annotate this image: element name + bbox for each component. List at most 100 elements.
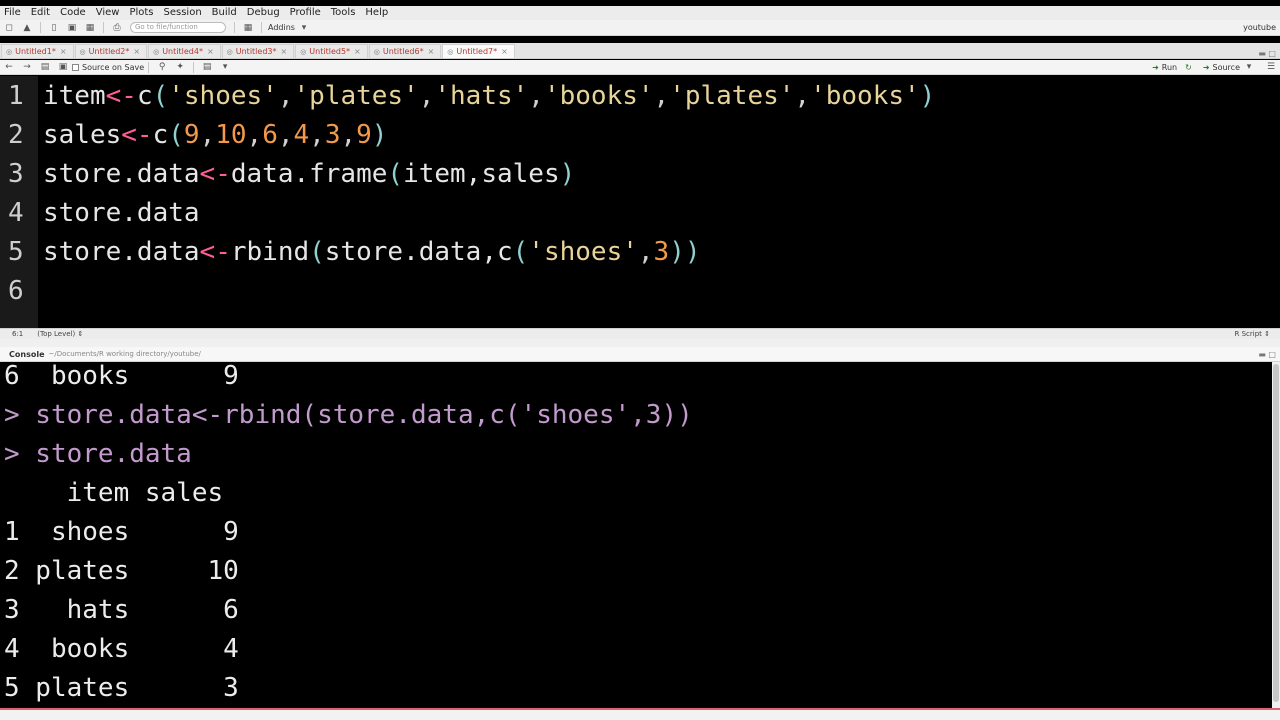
print-icon[interactable]: ⎙ — [111, 22, 123, 34]
editor-tab-strip: ◎ Untitled1* × ◎ Untitled2* × ◎ Untitled4* × ◎ Unt… — [0, 43, 1280, 59]
console-output-line: 4 books 4 — [4, 634, 239, 664]
forward-arrow-icon[interactable]: → — [21, 61, 33, 73]
tab-untitled5[interactable]: ◎ Untitled5* × — [295, 44, 368, 58]
console-header: Console ~/Documents/R working directory/… — [0, 347, 1280, 362]
compile-report-icon[interactable]: ▤ — [201, 61, 213, 73]
toolbar-separator — [40, 22, 41, 33]
addins-menu[interactable]: Addins — [268, 23, 295, 32]
save-icon[interactable]: ▣ — [66, 22, 78, 34]
toolbar-separator — [193, 61, 195, 73]
code-token: ) — [919, 81, 936, 111]
code-line: 2 sales<-c(9,10,6,4,3,9) — [0, 116, 1280, 155]
save-icon[interactable]: ▣ — [57, 61, 69, 73]
console-title[interactable]: Console — [9, 350, 45, 359]
menu-file[interactable]: File — [0, 6, 26, 20]
code-token: 'hats' — [434, 81, 529, 111]
tab-untitled4[interactable]: ◎ Untitled4* × — [148, 44, 221, 58]
close-icon[interactable]: × — [207, 47, 214, 56]
close-icon[interactable]: × — [133, 47, 140, 56]
main-toolbar: ◻ ▲ ▯ ▣ ▦ ⎙ Go to file/function ▦ Addins… — [0, 20, 1280, 36]
code-token: )) — [669, 237, 701, 267]
code-token: , — [418, 81, 435, 111]
tab-label: Untitled1* — [15, 47, 56, 56]
working-directory-path: ~/Documents/R working directory/youtube/ — [48, 350, 201, 358]
console-output-line: 3 hats 6 — [4, 595, 239, 625]
code-token: <- — [121, 120, 153, 150]
save-all-icon[interactable]: ▦ — [84, 22, 96, 34]
scope-selector[interactable]: (Top Level) ⇕ — [37, 330, 83, 338]
menu-session[interactable]: Session — [159, 6, 207, 20]
source-button[interactable]: ➜ Source ▾ — [1203, 61, 1258, 73]
close-icon[interactable]: × — [501, 47, 508, 56]
menu-profile[interactable]: Profile — [285, 6, 326, 20]
code-token: ( — [309, 237, 325, 267]
line-number: 6 — [8, 276, 24, 306]
tab-label: Untitled7* — [456, 47, 498, 56]
console-output[interactable]: 6 books 9 > store.data<-rbind(store.data,… — [0, 362, 1272, 708]
menu-build[interactable]: Build — [207, 6, 242, 20]
chevron-down-icon: ▾ — [301, 22, 307, 33]
outline-icon[interactable]: ☰ — [1265, 61, 1277, 73]
menu-plots[interactable]: Plots — [124, 6, 158, 20]
menu-code[interactable]: Code — [55, 6, 91, 20]
tab-label: Untitled2* — [88, 47, 130, 56]
tab-untitled7[interactable]: ◎ Untitled7* × — [442, 44, 515, 58]
code-token: store.data — [43, 159, 200, 189]
project-label[interactable]: youtube — [1243, 23, 1276, 32]
code-token: sales — [43, 120, 122, 150]
code-text: store.data<-data.frame(item,sales) — [43, 155, 575, 194]
tab-untitled1[interactable]: ◎ Untitled1* × — [1, 44, 74, 58]
open-project-icon[interactable]: ▲ — [21, 22, 33, 34]
pane-layout-icon[interactable]: ▦ — [242, 22, 254, 34]
pane-controls[interactable]: ▬ □ — [1258, 350, 1276, 359]
new-file-icon[interactable]: ◻ — [3, 22, 15, 34]
close-icon[interactable]: × — [354, 47, 361, 56]
tab-untitled2[interactable]: ◎ Untitled2* × — [74, 44, 148, 58]
pane-controls[interactable]: ▬ □ — [1258, 49, 1276, 58]
source-on-save-checkbox[interactable] — [72, 63, 79, 71]
console-scrollbar[interactable] — [1272, 362, 1280, 708]
code-token: 'shoes' — [168, 81, 278, 111]
magic-wand-icon[interactable]: ✦ — [174, 61, 186, 73]
line-number: 4 — [8, 198, 24, 228]
close-icon[interactable]: × — [60, 47, 67, 56]
code-token: , — [340, 120, 357, 150]
r-file-icon: ◎ — [6, 47, 13, 56]
back-arrow-icon[interactable]: ← — [3, 61, 15, 73]
code-editor[interactable]: 1 item<-c('shoes','plates','hats','books'… — [0, 76, 1280, 328]
code-token: c — [136, 81, 153, 111]
code-token: , — [528, 81, 544, 111]
search-icon[interactable]: ⚲ — [156, 61, 168, 73]
code-token: , — [246, 120, 263, 150]
show-in-window-icon[interactable]: ▤ — [39, 61, 51, 73]
file-type-selector[interactable]: R Script ⇕ — [1235, 330, 1270, 338]
editor-toolbar: ← → ▤ ▣ Source on Save ⚲ ✦ ▤ ▾ ➜ Run ↻ ➜ S… — [0, 60, 1280, 75]
goto-file-input[interactable]: Go to file/function — [130, 22, 226, 33]
code-token: store.data — [43, 237, 200, 267]
pane-splitter[interactable] — [0, 339, 1280, 347]
rerun-button[interactable]: ↻ — [1185, 63, 1195, 72]
scrollbar-thumb[interactable] — [1273, 364, 1279, 702]
code-token: , — [653, 81, 670, 111]
menu-debug[interactable]: Debug — [242, 6, 285, 20]
tab-untitled6[interactable]: ◎ Untitled6* × — [368, 44, 442, 58]
code-token: , — [309, 120, 325, 150]
menu-view[interactable]: View — [91, 6, 125, 20]
open-file-icon[interactable]: ▯ — [48, 22, 60, 34]
code-line: 5 store.data<-rbind(store.data,c('shoes',… — [0, 233, 1280, 272]
r-file-icon: ◎ — [226, 47, 233, 56]
close-icon[interactable]: × — [280, 47, 287, 56]
tab-untitled3[interactable]: ◎ Untitled3* × — [221, 44, 295, 58]
code-line: 1 item<-c('shoes','plates','hats','books'… — [0, 77, 1280, 116]
run-button[interactable]: ➜ Run — [1152, 63, 1177, 72]
menu-tools[interactable]: Tools — [326, 6, 361, 20]
close-icon[interactable]: × — [428, 47, 435, 56]
code-token: c — [152, 120, 169, 150]
console-output-line: 6 books 9 — [4, 362, 239, 391]
menu-help[interactable]: Help — [360, 6, 393, 20]
code-token: 4 — [293, 120, 310, 150]
bottom-strip — [0, 708, 1280, 720]
chevron-down-icon: ▾ — [222, 62, 228, 72]
code-token: ( — [512, 237, 529, 267]
menu-edit[interactable]: Edit — [26, 6, 55, 20]
